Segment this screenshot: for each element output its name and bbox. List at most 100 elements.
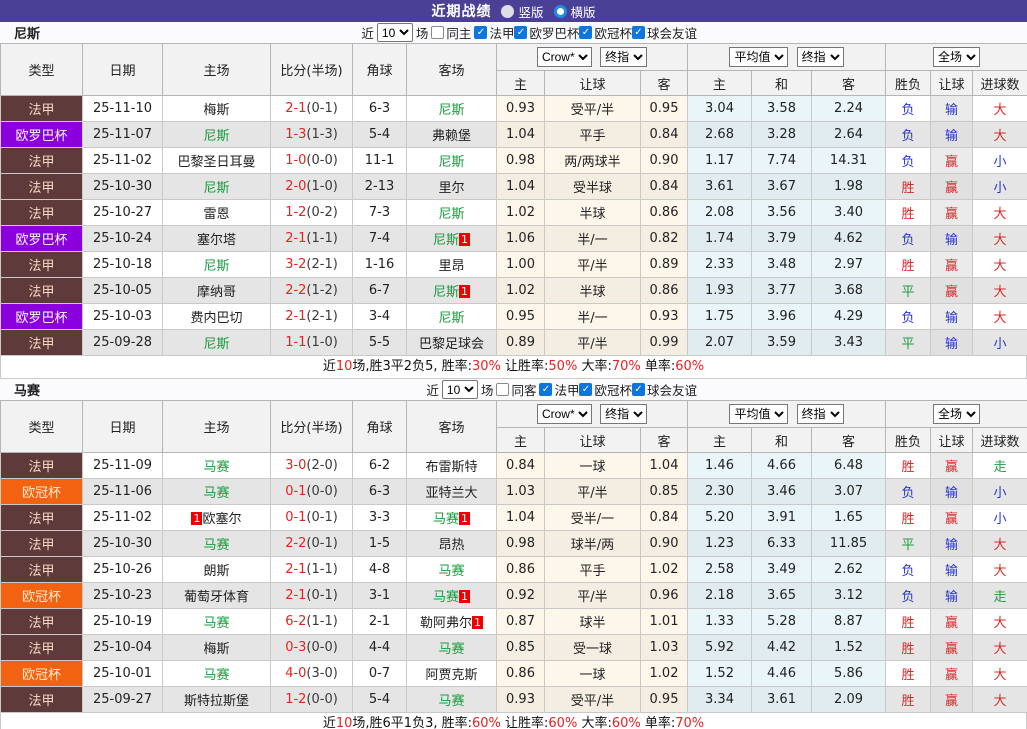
layout-radio-horizontal[interactable]: 横版 [553, 2, 596, 21]
league-filter-label: 法甲 [554, 383, 580, 398]
avg-odds-away: 3.68 [811, 277, 887, 304]
bookmaker-select[interactable]: Crow* [536, 404, 592, 424]
fulltime-score: 2-2 [285, 536, 307, 551]
match-date: 25-10-01 [82, 660, 163, 687]
league-badge: 法甲 [0, 147, 83, 174]
avg-odds-draw: 3.46 [751, 478, 813, 505]
radio-selected-icon [501, 4, 515, 18]
avg-odds-home: 2.07 [687, 329, 753, 356]
avg-odds-draw: 5.28 [751, 608, 813, 635]
result-goals: 小 [972, 173, 1027, 200]
handicap-line: 受一球 [544, 634, 641, 661]
handicap-index-select[interactable]: 终指 [600, 404, 648, 424]
result-handicap: 输 [930, 582, 974, 609]
avg-select[interactable]: 平均值 [729, 404, 789, 424]
score: 1-3(1-3) [270, 121, 353, 148]
result-wdl: 胜 [885, 173, 932, 200]
league-filter-checkbox[interactable]: ✓ 欧冠杯 [579, 380, 632, 399]
avg-odds-away: 4.29 [811, 303, 887, 330]
avg-odds-draw: 3.91 [751, 504, 813, 531]
result-goals: 大 [972, 277, 1027, 304]
avg-odds-home: 1.33 [687, 608, 753, 635]
col-header-date: 日期 [82, 400, 163, 453]
avg-odds-away: 3.40 [811, 199, 887, 226]
same-venue-filter[interactable]: 同主 [431, 23, 471, 42]
europe-index-select[interactable]: 终指 [796, 47, 844, 67]
avg-odds-away: 1.65 [811, 504, 887, 531]
checkbox-unchecked-icon [496, 383, 510, 396]
league-filter-checkbox[interactable]: ✓ 法甲 [474, 23, 514, 42]
fulltime-score: 1-3 [285, 127, 307, 142]
league-filter-label: 法甲 [489, 26, 515, 41]
sub-header-avg-home: 主 [687, 70, 753, 96]
result-handicap: 赢 [930, 504, 974, 531]
avg-select[interactable]: 平均值 [729, 47, 789, 67]
scope-select[interactable]: 全场 [933, 404, 981, 424]
scope-select[interactable]: 全场 [933, 47, 981, 67]
league-filter-checkbox[interactable]: ✓ 法甲 [539, 380, 579, 399]
red-card-badge: 1 [459, 285, 470, 298]
same-venue-filter[interactable]: 同客 [496, 380, 536, 399]
handicap-odds-home: 1.03 [496, 478, 545, 505]
avg-odds-draw: 3.58 [751, 95, 813, 122]
handicap-index-select[interactable]: 终指 [600, 47, 648, 67]
col-header-date: 日期 [82, 43, 163, 96]
sub-header-avg-home: 主 [687, 427, 753, 453]
bookmaker-select[interactable]: Crow* [536, 47, 592, 67]
score: 2-1(2-1) [270, 303, 353, 330]
avg-odds-home: 2.58 [687, 556, 753, 583]
avg-odds-home: 1.46 [687, 452, 753, 479]
handicap-line: 半/一 [544, 225, 641, 252]
match-date: 25-11-06 [82, 478, 163, 505]
result-group: 全场 [885, 43, 1027, 71]
fulltime-score: 2-1 [285, 588, 307, 603]
match-row: 欧冠杯 25-11-06 马赛 0-1(0-0) 6-3 亚特兰大 1.03 平/半 0.85 2… [0, 478, 1027, 505]
summary-text: 大率: [577, 716, 612, 729]
score: 2-1(1-1) [270, 556, 353, 583]
summary-text: 50% [548, 359, 578, 374]
fulltime-score: 2-1 [285, 309, 307, 324]
games-count-select[interactable]: 10 [441, 380, 478, 399]
result-wdl: 胜 [885, 660, 932, 687]
league-badge: 欧罗巴杯 [0, 303, 83, 330]
games-count-select[interactable]: 10 [376, 23, 413, 42]
checkbox-checked-icon: ✓ [514, 26, 528, 39]
handicap-odds-away: 0.84 [639, 121, 689, 148]
league-badge: 法甲 [0, 504, 83, 531]
avg-odds-home: 3.34 [687, 686, 753, 713]
sub-header-let-result: 让球 [930, 70, 974, 96]
league-filter-checkbox[interactable]: ✓ 球会友谊 [631, 23, 697, 42]
match-row: 法甲 25-11-09 马赛 3-0(2-0) 6-2 布雷斯特 0.84 一球 1.04 1.4… [0, 452, 1027, 479]
europe-index-select[interactable]: 终指 [796, 404, 844, 424]
sub-header-let-result: 让球 [930, 427, 974, 453]
handicap-odds-home: 1.00 [496, 251, 545, 278]
fulltime-score: 2-1 [285, 231, 307, 246]
fulltime-score: 6-2 [285, 614, 307, 629]
home-team: 尼斯 [162, 173, 271, 200]
halftime-score: (0-1) [306, 510, 338, 525]
avg-odds-away: 3.07 [811, 478, 887, 505]
league-filter-checkbox[interactable]: ✓ 球会友谊 [631, 380, 697, 399]
score: 2-2(1-2) [270, 277, 353, 304]
europe-odds-group: 平均值 终指 [687, 43, 887, 71]
league-filter-label: 欧罗巴杯 [529, 26, 580, 41]
league-filter-checkbox[interactable]: ✓ 欧罗巴杯 [514, 23, 579, 42]
match-row: 法甲 25-10-27 雷恩 1-2(0-2) 7-3 尼斯 1.02 半球 0.86 2.08 3… [0, 199, 1027, 226]
away-team: 尼斯 [406, 95, 497, 122]
avg-odds-away: 8.87 [811, 608, 887, 635]
league-filter-checkbox[interactable]: ✓ 欧冠杯 [579, 23, 632, 42]
team-section-nice: 尼斯 近 10 场 同主 ✓法甲✓欧罗巴杯✓欧冠杯✓球会友谊 类型 [0, 22, 1027, 379]
result-handicap: 赢 [930, 686, 974, 713]
result-group: 全场 [885, 400, 1027, 428]
avg-odds-draw: 4.42 [751, 634, 813, 661]
layout-radio-vertical[interactable]: 竖版 [501, 2, 544, 21]
avg-odds-draw: 6.33 [751, 530, 813, 557]
away-team: 尼斯 [406, 147, 497, 174]
home-team: 巴黎圣日耳曼 [162, 147, 271, 174]
away-team: 马赛 1 [406, 504, 497, 531]
avg-odds-draw: 3.59 [751, 329, 813, 356]
avg-odds-home: 1.17 [687, 147, 753, 174]
handicap-odds-home: 1.04 [496, 504, 545, 531]
avg-odds-home: 1.93 [687, 277, 753, 304]
result-goals: 小 [972, 329, 1027, 356]
